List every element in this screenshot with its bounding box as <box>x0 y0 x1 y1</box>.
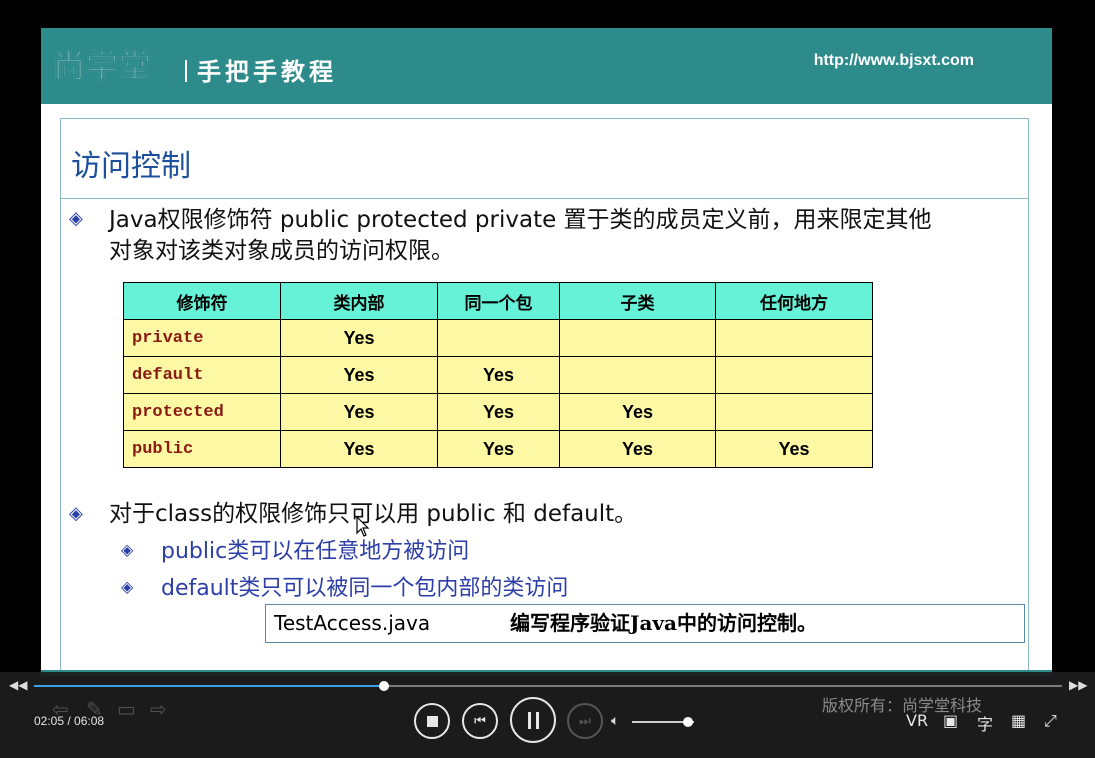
table-cell: Yes <box>715 430 873 468</box>
access-table: 修饰符 类内部 同一个包 子类 任何地方 private Yes default… <box>123 282 873 468</box>
table-cell: Yes <box>559 430 716 468</box>
faded-forward-icon: ⇨ <box>150 697 167 721</box>
table-cell <box>437 319 560 357</box>
table-header: 子类 <box>559 282 716 320</box>
table-cell: Yes <box>437 393 560 431</box>
table-header: 修饰符 <box>123 282 281 320</box>
table-header-row: 修饰符 类内部 同一个包 子类 任何地方 <box>123 282 873 320</box>
note-box: TestAccess.java 编写程序验证Java中的访问控制。 <box>265 604 1025 643</box>
table-row: protected Yes Yes Yes <box>123 393 873 431</box>
table-cell <box>715 393 873 431</box>
table-header: 类内部 <box>280 282 438 320</box>
bullet-text-1b: 对象对该类对象成员的访问权限。 <box>109 238 454 264</box>
note-filename: TestAccess.java <box>274 611 431 635</box>
stop-button[interactable] <box>414 703 450 739</box>
time-display: 02:05 / 06:08 <box>34 714 105 728</box>
table-cell: default <box>123 356 281 394</box>
next-icon: ⏭ <box>579 713 591 729</box>
rewind-icon[interactable]: ◀◀ <box>9 678 27 692</box>
table-cell: Yes <box>280 356 438 394</box>
progress-handle[interactable] <box>379 681 389 691</box>
diamond-subbullet-icon: ◈ <box>121 577 134 596</box>
note-description: 编写程序验证Java中的访问控制。 <box>510 611 818 635</box>
table-cell: Yes <box>280 430 438 468</box>
logo-separator <box>185 60 187 82</box>
bullet-text-2: 对于class的权限修饰只可以用 public 和 default。 <box>109 501 638 527</box>
table-cell: Yes <box>437 356 560 394</box>
table-cell <box>715 356 873 394</box>
table-row: public Yes Yes Yes Yes <box>123 430 873 468</box>
table-cell: Yes <box>280 393 438 431</box>
fullscreen-icon[interactable]: ⤢ <box>1044 711 1057 731</box>
subtitle-button[interactable]: 字 <box>977 711 993 735</box>
table-cell: protected <box>123 393 281 431</box>
slide: 尚学堂 手把手教程 http://www.bjsxt.com 访问控制 ◈ Ja… <box>41 28 1052 676</box>
volume-handle[interactable] <box>683 717 693 727</box>
subbullet-text-2: default类只可以被同一个包内部的类访问 <box>161 576 569 601</box>
previous-icon: ⏮ <box>474 713 486 729</box>
diamond-bullet-icon: ◈ <box>69 503 83 524</box>
table-cell <box>559 356 716 394</box>
slide-title: 访问控制 <box>71 149 191 184</box>
table-cell: Yes <box>280 319 438 357</box>
previous-button[interactable]: ⏮ <box>462 703 498 739</box>
logo: 尚学堂 <box>52 47 153 86</box>
table-header: 任何地方 <box>715 282 873 320</box>
volume-icon[interactable]: 🔈︎ <box>611 713 619 729</box>
progress-fill <box>34 685 384 687</box>
tagline: 手把手教程 <box>197 58 337 86</box>
subbullet-text-1: public类可以在任意地方被访问 <box>161 539 470 564</box>
table-cell <box>559 319 716 357</box>
bullet-text-1a: Java权限修饰符 public protected private 置于类的成… <box>109 207 932 233</box>
slide-header: 尚学堂 手把手教程 http://www.bjsxt.com <box>41 28 1052 104</box>
screen-mode-icon[interactable]: ▣ <box>943 711 958 730</box>
table-cell: Yes <box>437 430 560 468</box>
fast-forward-icon[interactable]: ▶▶ <box>1069 678 1087 692</box>
table-row: private Yes <box>123 319 873 357</box>
grid-icon[interactable]: ▦ <box>1011 711 1026 730</box>
title-box: 访问控制 <box>60 118 1029 199</box>
vr-button[interactable]: VR <box>906 711 928 730</box>
next-button[interactable]: ⏭ <box>567 703 603 739</box>
table-cell: Yes <box>559 393 716 431</box>
pause-icon <box>527 711 539 729</box>
diamond-bullet-icon: ◈ <box>69 208 83 229</box>
faded-screen-icon: ▭ <box>117 697 136 721</box>
site-url: http://www.bjsxt.com <box>813 52 974 69</box>
pause-button[interactable] <box>510 697 556 743</box>
table-header: 同一个包 <box>437 282 560 320</box>
stop-icon <box>426 715 438 727</box>
table-cell: public <box>123 430 281 468</box>
table-row: default Yes Yes <box>123 356 873 394</box>
table-cell: private <box>123 319 281 357</box>
diamond-subbullet-icon: ◈ <box>121 540 134 559</box>
mouse-cursor-icon <box>356 516 370 537</box>
table-cell <box>715 319 873 357</box>
